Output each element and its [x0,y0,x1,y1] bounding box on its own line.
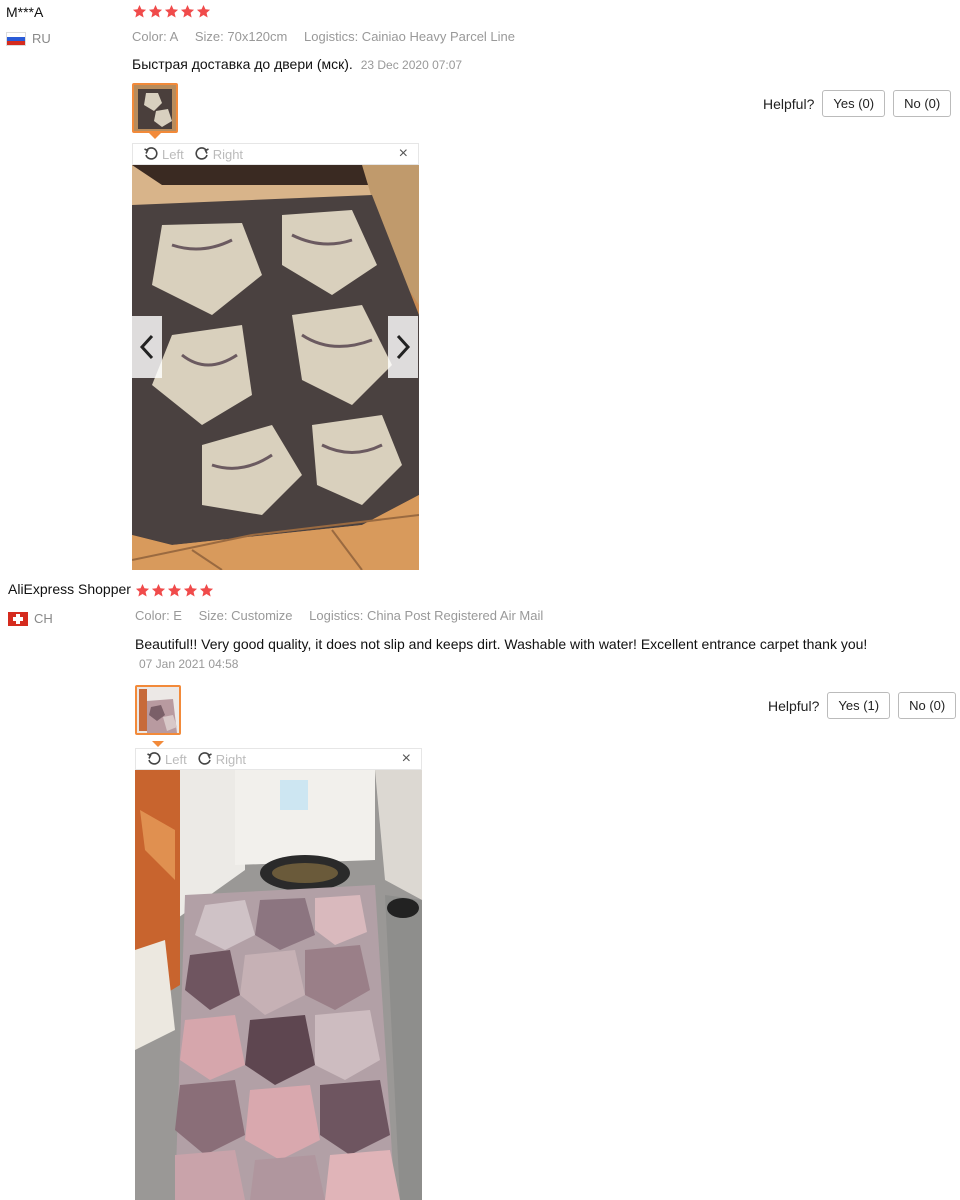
reviewer-name: M***A [6,4,44,20]
star-icon [199,583,214,597]
review-date: 07 Jan 2021 04:58 [139,657,239,671]
helpful-vote: Helpful? Yes (0) No (0) [763,90,952,117]
review-photo [132,165,419,570]
star-icon [167,583,182,597]
close-icon[interactable]: × [402,750,411,768]
photo-thumbnail[interactable] [132,83,178,133]
star-icon [148,4,163,18]
next-image-button[interactable] [388,316,418,378]
review-date: 23 Dec 2020 07:07 [360,58,463,72]
helpful-no-button[interactable]: No (0) [898,692,957,719]
image-viewer-toolbar: Left Right × [135,748,422,770]
size-info: Size: 70x120cm [194,29,288,44]
chevron-left-icon [139,334,154,360]
star-icon [183,583,198,597]
star-rating [135,583,214,598]
helpful-vote: Helpful? Yes (1) No (0) [768,692,957,719]
rug-thumbnail-image [137,687,179,733]
rotate-right-icon [195,147,209,160]
close-icon[interactable]: × [399,145,408,163]
review-text: Быстрая доставка до двери (мск). [132,56,353,72]
helpful-label: Helpful? [763,95,815,112]
reviewer-name: AliExpress Shopper [8,581,131,597]
review-photo [135,770,422,1200]
thumbnail-caret [152,741,164,747]
size-info: Size: Customize [198,608,293,623]
helpful-label: Helpful? [768,697,820,714]
switzerland-flag-icon [8,611,28,626]
review-1: M***A RU Color: A Size: 70x120cm Logisti… [0,0,960,575]
rug-thumbnail-image [134,85,176,131]
country-code: CH [34,611,53,626]
logistics-info: Logistics: Cainiao Heavy Parcel Line [304,29,515,44]
image-viewer-toolbar: Left Right × [132,143,419,165]
star-icon [135,583,150,597]
rotate-left-button[interactable]: Left [146,751,187,767]
star-icon [132,4,147,18]
review-2: AliExpress Shopper CH Color: E Size: Cus… [0,578,960,1200]
helpful-yes-button[interactable]: Yes (1) [827,692,891,719]
rotate-right-button[interactable]: Right [197,751,246,767]
helpful-yes-button[interactable]: Yes (0) [822,90,886,117]
rotate-left-icon [144,147,158,160]
thumbnail-caret [149,133,161,139]
photo-thumbnail[interactable] [135,685,181,735]
rotate-right-button[interactable]: Right [194,146,243,162]
rotate-left-icon [147,752,161,765]
color-info: Color: A [132,29,179,44]
star-icon [196,4,211,18]
helpful-no-button[interactable]: No (0) [893,90,952,117]
color-info: Color: E [135,608,182,623]
rotate-left-button[interactable]: Left [143,146,184,162]
logistics-info: Logistics: China Post Registered Air Mai… [309,608,544,623]
rug-photo-image [132,165,419,570]
order-info: Color: A Size: 70x120cm Logistics: Caini… [132,29,528,44]
russia-flag-icon [6,31,26,46]
reviewer-country: RU [6,31,51,46]
chevron-right-icon [396,334,411,360]
reviewer-country: CH [8,611,53,626]
star-icon [180,4,195,18]
review-text-row: Быстрая доставка до двери (мск). 23 Dec … [132,56,462,72]
country-code: RU [32,31,51,46]
star-rating [132,4,211,19]
rotate-right-icon [198,752,212,765]
star-icon [151,583,166,597]
order-info: Color: E Size: Customize Logistics: Chin… [135,608,556,623]
review-text: Beautiful!! Very good quality, it does n… [135,636,868,652]
star-icon [164,4,179,18]
prev-image-button[interactable] [132,316,162,378]
rug-photo-image [135,770,422,1200]
